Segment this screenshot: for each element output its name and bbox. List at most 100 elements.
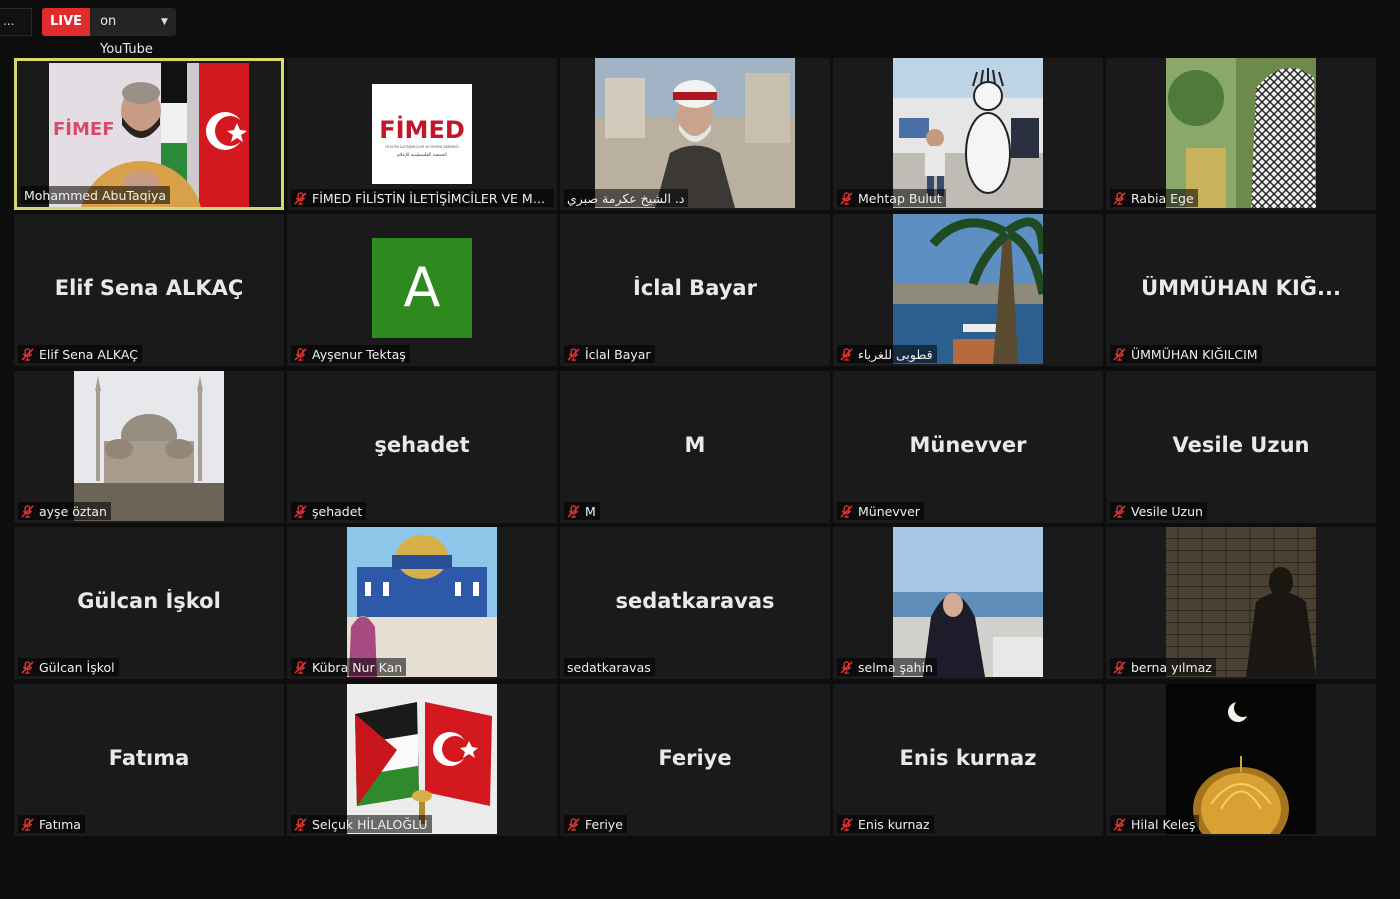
participant-name: İclal Bayar (585, 346, 651, 362)
muted-mic-icon (294, 817, 307, 831)
participant-video (1166, 684, 1316, 834)
participant-name-label: Mehtap Bulut (837, 189, 946, 207)
participant-tile[interactable]: د. الشيخ عكرمة صبري (560, 58, 830, 210)
svg-text:FİLİSTİN İLETİŞİMCİLER VE MEDY: FİLİSTİN İLETİŞİMCİLER VE MEDYA DERNEĞİ (385, 144, 458, 149)
participant-name: Mohammed AbuTaqiya (24, 187, 167, 203)
participant-tile[interactable]: Fatıma Fatıma (14, 684, 284, 836)
participant-name-label: Gülcan İşkol (18, 658, 119, 676)
participant-tile[interactable]: ÜMMÜHAN KIĞ... ÜMMÜHAN KIĞILCIM (1106, 214, 1376, 366)
muted-mic-icon (294, 347, 307, 361)
participant-tile[interactable]: Enis kurnaz Enis kurnaz (833, 684, 1103, 836)
participant-name: Elif Sena ALKAÇ (39, 346, 138, 362)
live-badge: LIVE (42, 8, 91, 36)
participant-name-label: sedatkaravas (564, 658, 655, 676)
participant-tile[interactable]: M M (560, 371, 830, 523)
live-stream-indicator[interactable]: LIVE on YouTube ▼ (42, 8, 176, 57)
muted-mic-icon (21, 817, 34, 831)
participant-name: Kübra Nur Kan (312, 659, 403, 675)
muted-mic-icon (1113, 191, 1126, 205)
participant-tile[interactable]: Elif Sena ALKAÇ Elif Sena ALKAÇ (14, 214, 284, 366)
participant-tile[interactable]: berna yılmaz (1106, 527, 1376, 679)
participant-video: FİMED FİLİSTİN İLETİŞİMCİLER VE MEDYA DE… (372, 84, 472, 184)
participant-video (1166, 58, 1316, 208)
participant-display-name: Gülcan İşkol (77, 589, 221, 613)
participant-name-label: Feriye (564, 815, 627, 833)
muted-mic-icon (1113, 817, 1126, 831)
participant-tile[interactable]: Selçuk HİLALOĞLU (287, 684, 557, 836)
participant-video (74, 371, 224, 521)
participant-display-name: ÜMMÜHAN KIĞ... (1141, 276, 1341, 300)
participant-display-name: şehadet (374, 433, 470, 457)
participant-tile[interactable]: Rabia Ege (1106, 58, 1376, 210)
participant-name-label: Mohammed AbuTaqiya (21, 186, 171, 204)
participant-display-name: Enis kurnaz (899, 746, 1037, 770)
muted-mic-icon (294, 660, 307, 674)
participant-video (595, 58, 795, 208)
live-destination-label: on YouTube (100, 14, 153, 57)
participant-name-label: ayşe öztan (18, 502, 111, 520)
participant-name: Rabia Ege (1131, 190, 1194, 206)
participant-name: selma şahin (858, 659, 933, 675)
participant-tile[interactable]: Gülcan İşkol Gülcan İşkol (14, 527, 284, 679)
participant-tile[interactable]: A Ayşenur Tektaş (287, 214, 557, 366)
svg-text:الجمعية الفلسطينية للإعلام: الجمعية الفلسطينية للإعلام (397, 153, 447, 158)
participant-tile[interactable]: FİMEF Mohammed AbuTaqiya (14, 58, 284, 210)
participant-tile[interactable]: sedatkaravas sedatkaravas (560, 527, 830, 679)
participant-video (347, 527, 497, 677)
participant-name: Vesile Uzun (1131, 503, 1203, 519)
participant-tile[interactable]: Kübra Nur Kan (287, 527, 557, 679)
participant-tile[interactable]: şehadet şehadet (287, 371, 557, 523)
participant-name: M (585, 503, 596, 519)
participant-name-label: İclal Bayar (564, 345, 655, 363)
muted-mic-icon (840, 660, 853, 674)
participant-name: FİMED FİLİSTİN İLETİŞİMCİLER VE MEDY... (312, 190, 550, 206)
gallery-view: FİMEF Mohammed AbuTaqiya FİMED FİLİSTİN … (14, 58, 1376, 842)
participant-name: Fatıma (39, 816, 81, 832)
participant-name-label: selma şahin (837, 658, 937, 676)
participant-name-label: şehadet (291, 502, 367, 520)
participant-name-label: FİMED FİLİSTİN İLETİŞİMCİLER VE MEDY... (291, 189, 554, 207)
participant-name: Gülcan İşkol (39, 659, 115, 675)
participant-name-label: M (564, 502, 600, 520)
chevron-down-icon[interactable]: ▼ (161, 8, 176, 36)
participant-tile[interactable]: Hilal Keleş (1106, 684, 1376, 836)
muted-mic-icon (840, 191, 853, 205)
participant-name-label: Ayşenur Tektaş (291, 345, 410, 363)
muted-mic-icon (567, 347, 580, 361)
muted-mic-icon (840, 347, 853, 361)
participant-name: ayşe öztan (39, 503, 107, 519)
participant-tile[interactable]: Feriye Feriye (560, 684, 830, 836)
participant-name-label: Vesile Uzun (1110, 502, 1207, 520)
muted-mic-icon (1113, 347, 1126, 361)
participant-tile[interactable]: Münevver Münevver (833, 371, 1103, 523)
participant-display-name: sedatkaravas (615, 589, 775, 613)
participant-tile[interactable]: Mehtap Bulut (833, 58, 1103, 210)
muted-mic-icon (840, 817, 853, 831)
participant-tile[interactable]: ayşe öztan (14, 371, 284, 523)
participant-name-label: Elif Sena ALKAÇ (18, 345, 142, 363)
participant-name: Enis kurnaz (858, 816, 930, 832)
muted-mic-icon (294, 504, 307, 518)
participant-video (1166, 527, 1316, 677)
participant-name-label: ÜMMÜHAN KIĞILCIM (1110, 345, 1262, 363)
muted-mic-icon (567, 817, 580, 831)
muted-mic-icon (840, 504, 853, 518)
participant-display-name: Feriye (658, 746, 732, 770)
participant-display-name: Vesile Uzun (1172, 433, 1310, 457)
participant-name: د. الشيخ عكرمة صبري (567, 190, 685, 206)
participant-name: Münevver (858, 503, 920, 519)
participant-tile[interactable]: FİMED FİLİSTİN İLETİŞİMCİLER VE MEDYA DE… (287, 58, 557, 210)
svg-text:FİMEF: FİMEF (53, 118, 115, 140)
participant-display-name: Elif Sena ALKAÇ (54, 276, 244, 300)
participant-name-label: Enis kurnaz (837, 815, 934, 833)
muted-mic-icon (567, 504, 580, 518)
fimed-logo-text: FİMED (379, 115, 465, 144)
participant-tile[interactable]: Vesile Uzun Vesile Uzun (1106, 371, 1376, 523)
participant-name-label: قطوبى للغرباء (837, 345, 937, 363)
participant-tile[interactable]: selma şahin (833, 527, 1103, 679)
participant-tile[interactable]: İclal Bayar İclal Bayar (560, 214, 830, 366)
participant-name-label: Hilal Keleş (1110, 815, 1200, 833)
more-options-button[interactable]: ... (0, 8, 32, 36)
participant-video (347, 684, 497, 834)
participant-tile[interactable]: قطوبى للغرباء (833, 214, 1103, 366)
